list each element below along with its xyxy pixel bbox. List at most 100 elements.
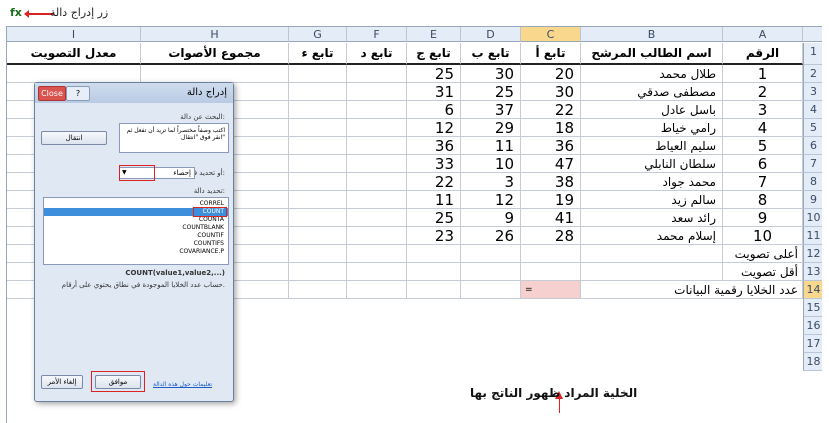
cell-d2[interactable]: 30 — [461, 65, 521, 83]
function-item[interactable]: COUNTIF — [44, 232, 228, 240]
header-cell-a[interactable]: تابع أ — [521, 43, 581, 65]
cell-e7[interactable]: 33 — [407, 155, 461, 173]
cell-c5[interactable]: 18 — [521, 119, 581, 137]
column-header-d[interactable]: D — [461, 27, 521, 42]
row-header-6[interactable]: 6 — [803, 137, 822, 155]
cell-d13[interactable] — [461, 263, 521, 281]
cell-f3[interactable] — [347, 83, 407, 101]
result-cell-c14[interactable]: = — [521, 281, 581, 299]
cell-c3[interactable]: 30 — [521, 83, 581, 101]
cell-f4[interactable] — [347, 101, 407, 119]
cell-c13[interactable] — [521, 263, 581, 281]
function-item[interactable]: COUNTIFS — [44, 240, 228, 248]
row-header-4[interactable]: 4 — [803, 101, 822, 119]
cell-d10[interactable]: 9 — [461, 209, 521, 227]
row-header-3[interactable]: 3 — [803, 83, 822, 101]
cell-e5[interactable]: 12 — [407, 119, 461, 137]
cell-f7[interactable] — [347, 155, 407, 173]
cell-a11[interactable]: 10 — [723, 227, 803, 245]
cell-b6[interactable]: سليم العياط — [581, 137, 723, 155]
cell-f6[interactable] — [347, 137, 407, 155]
cell-c10[interactable]: 41 — [521, 209, 581, 227]
cell-g11[interactable] — [289, 227, 347, 245]
go-button[interactable]: انتقال — [41, 131, 107, 145]
cell-a2[interactable]: 1 — [723, 65, 803, 83]
row-header-18[interactable]: 18 — [803, 353, 822, 371]
cell-e11[interactable]: 23 — [407, 227, 461, 245]
cell-e6[interactable]: 36 — [407, 137, 461, 155]
cell-f5[interactable] — [347, 119, 407, 137]
cell-d4[interactable]: 37 — [461, 101, 521, 119]
column-header-b[interactable]: B — [581, 27, 723, 42]
column-header-h[interactable]: H — [141, 27, 289, 42]
cell-e4[interactable]: 6 — [407, 101, 461, 119]
fx-icon[interactable]: fx — [10, 6, 22, 19]
cell-g3[interactable] — [289, 83, 347, 101]
cell-b8[interactable]: محمد جواد — [581, 173, 723, 191]
cell-b5[interactable]: رامي خياط — [581, 119, 723, 137]
cell-b11[interactable]: إسلام محمد — [581, 227, 723, 245]
column-header-g[interactable]: G — [289, 27, 347, 42]
row-header-17[interactable]: 17 — [803, 335, 822, 353]
row-header-11[interactable]: 11 — [803, 227, 822, 245]
cell-b12[interactable] — [581, 245, 723, 263]
cell-e14[interactable] — [407, 281, 461, 299]
cell-g12[interactable] — [289, 245, 347, 263]
header-cell-num[interactable]: الرقم — [723, 43, 803, 65]
cell-g9[interactable] — [289, 191, 347, 209]
search-input[interactable]: اكتب وصفاً مختصراً لما تريد أن تفعل ثم ا… — [119, 123, 229, 153]
help-icon[interactable]: ? — [66, 86, 90, 101]
cell-a4[interactable]: 3 — [723, 101, 803, 119]
cell-c4[interactable]: 22 — [521, 101, 581, 119]
select-all-corner[interactable] — [803, 27, 822, 42]
cell-d14[interactable] — [461, 281, 521, 299]
function-item[interactable]: COUNTA — [44, 216, 228, 224]
column-header-c[interactable]: C — [521, 27, 581, 42]
header-cell-c[interactable]: تابع ج — [407, 43, 461, 65]
cell-g10[interactable] — [289, 209, 347, 227]
column-header-e[interactable]: E — [407, 27, 461, 42]
cell-d5[interactable]: 29 — [461, 119, 521, 137]
cell-g4[interactable] — [289, 101, 347, 119]
cell-b3[interactable]: مصطفى صدقي — [581, 83, 723, 101]
cell-c12[interactable] — [521, 245, 581, 263]
cell-c11[interactable]: 28 — [521, 227, 581, 245]
close-button[interactable]: Close — [38, 86, 66, 101]
function-item[interactable]: COVARIANCE.P — [44, 248, 228, 256]
column-header-i[interactable]: I — [7, 27, 141, 42]
row-header-12[interactable]: 12 — [803, 245, 822, 263]
cell-f14[interactable] — [347, 281, 407, 299]
header-cell-name[interactable]: اسم الطالب المرشح — [581, 43, 723, 65]
cell-c6[interactable]: 36 — [521, 137, 581, 155]
header-cell-total[interactable]: مجموع الأصوات — [141, 43, 289, 65]
cell-f11[interactable] — [347, 227, 407, 245]
cell-g8[interactable] — [289, 173, 347, 191]
cell-b7[interactable]: سلطان النابلي — [581, 155, 723, 173]
cell-e2[interactable]: 25 — [407, 65, 461, 83]
summary-label-max[interactable]: أعلى تصويت — [723, 245, 803, 263]
cell-a6[interactable]: 5 — [723, 137, 803, 155]
header-cell-b[interactable]: تابع ب — [461, 43, 521, 65]
summary-label-min[interactable]: أقل تصويت — [723, 263, 803, 281]
function-item[interactable]: COUNTBLANK — [44, 224, 228, 232]
cell-f10[interactable] — [347, 209, 407, 227]
cell-b13[interactable] — [581, 263, 723, 281]
cell-e12[interactable] — [407, 245, 461, 263]
cell-e10[interactable]: 25 — [407, 209, 461, 227]
row-header-7[interactable]: 7 — [803, 155, 822, 173]
row-header-16[interactable]: 16 — [803, 317, 822, 335]
cell-f12[interactable] — [347, 245, 407, 263]
cell-b10[interactable]: رائد سعد — [581, 209, 723, 227]
cancel-button[interactable]: إلغاء الأمر — [41, 375, 83, 389]
cell-b4[interactable]: باسل عادل — [581, 101, 723, 119]
header-cell-d[interactable]: تابع د — [347, 43, 407, 65]
cell-g2[interactable] — [289, 65, 347, 83]
cell-a5[interactable]: 4 — [723, 119, 803, 137]
row-header-13[interactable]: 13 — [803, 263, 822, 281]
row-header-9[interactable]: 9 — [803, 191, 822, 209]
cell-c8[interactable]: 38 — [521, 173, 581, 191]
cell-c2[interactable]: 20 — [521, 65, 581, 83]
cell-e8[interactable]: 22 — [407, 173, 461, 191]
cell-g14[interactable] — [289, 281, 347, 299]
row-header-5[interactable]: 5 — [803, 119, 822, 137]
